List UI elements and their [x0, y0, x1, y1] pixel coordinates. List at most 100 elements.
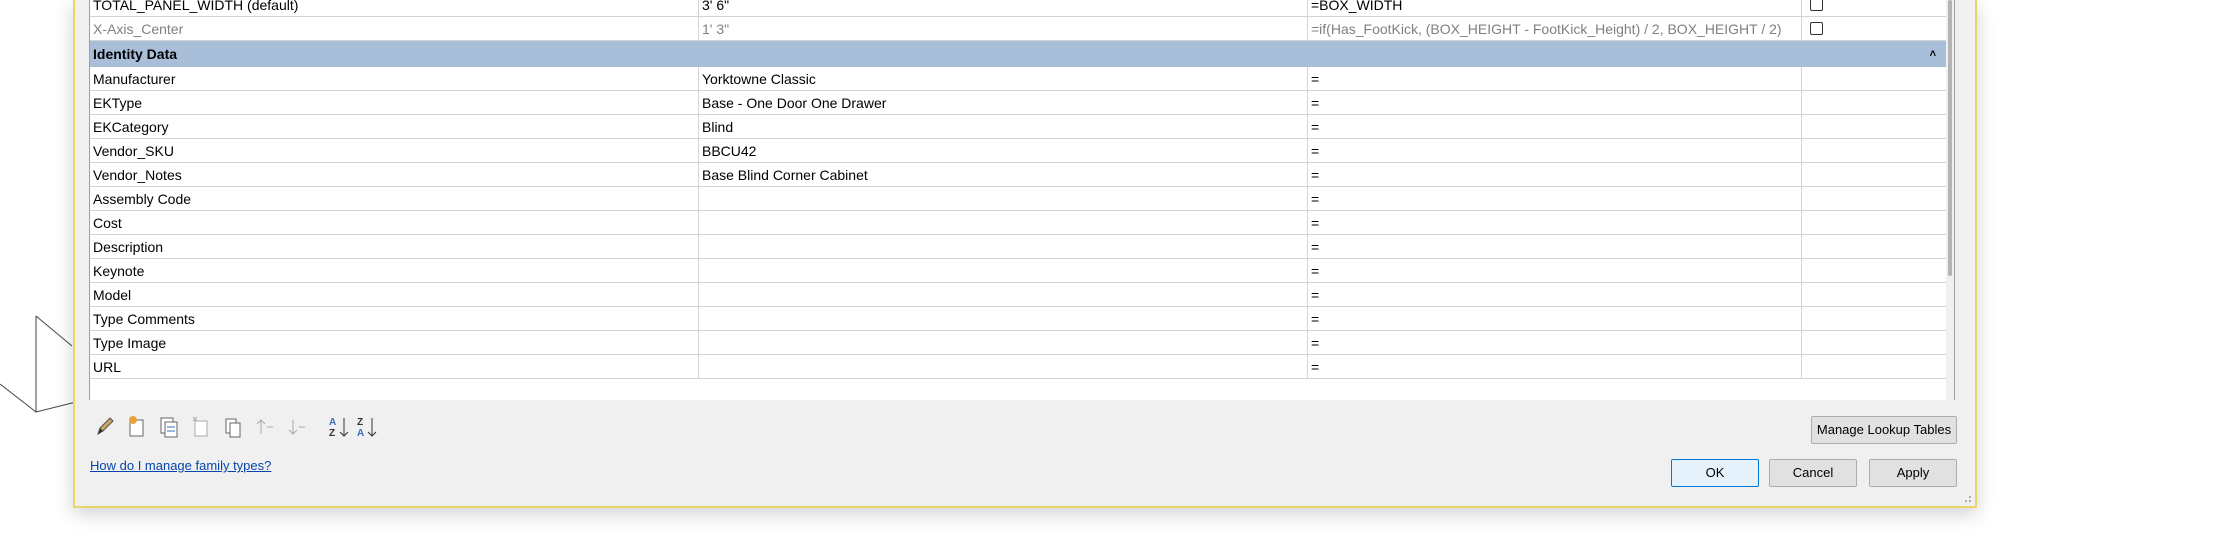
parameter-row[interactable]: Assembly Code = — [90, 187, 1946, 211]
parameter-formula[interactable]: = — [1308, 163, 1802, 187]
reporting-parameter-cell[interactable] — [1802, 331, 1946, 355]
parameter-name: Vendor_SKU — [90, 139, 699, 163]
reporting-parameter-cell[interactable] — [1802, 211, 1946, 235]
reporting-parameter-cell[interactable] — [1802, 91, 1946, 115]
chevrons-up-icon[interactable]: ˄ — [1930, 41, 1936, 67]
parameter-value[interactable]: 1' 3" — [699, 17, 1308, 41]
parameter-name: EKType — [90, 91, 699, 115]
lock-checkbox[interactable] — [1810, 22, 1823, 35]
svg-text:A: A — [357, 428, 364, 439]
parameter-row[interactable]: Description = — [90, 235, 1946, 259]
parameter-name: X-Axis_Center — [90, 17, 699, 41]
scrollbar-thumb[interactable] — [1948, 0, 1952, 276]
sort-descending-icon[interactable]: Z A — [355, 414, 379, 440]
sort-ascending-icon[interactable]: A Z — [327, 414, 351, 440]
reporting-parameter-cell[interactable] — [1802, 259, 1946, 283]
reporting-parameter-cell[interactable] — [1802, 283, 1946, 307]
lock-checkbox[interactable] — [1810, 0, 1823, 11]
parameter-name: Type Comments — [90, 307, 699, 331]
parameter-name: Cost — [90, 211, 699, 235]
parameter-formula[interactable]: =if(Has_FootKick, (BOX_HEIGHT - FootKick… — [1308, 17, 1802, 41]
reporting-parameter-cell[interactable] — [1802, 17, 1946, 41]
parameter-value[interactable] — [699, 235, 1308, 259]
parameter-value[interactable] — [699, 259, 1308, 283]
svg-text:Z: Z — [357, 417, 363, 428]
parameter-name: Manufacturer — [90, 67, 699, 91]
parameter-formula[interactable]: = — [1308, 91, 1802, 115]
new-parameter-icon[interactable] — [125, 414, 149, 440]
parameter-name: Description — [90, 235, 699, 259]
parameter-row[interactable]: Model = — [90, 283, 1946, 307]
parameter-value[interactable]: 3' 6" — [699, 0, 1308, 17]
move-down-icon[interactable] — [285, 414, 309, 440]
parameter-value[interactable] — [699, 307, 1308, 331]
parameter-row[interactable]: Cost = — [90, 211, 1946, 235]
parameter-formula[interactable]: = — [1308, 211, 1802, 235]
family-types-dialog: TOTAL_PANEL_WIDTH (default) 3' 6" =BOX_WID… — [73, 0, 1977, 508]
reporting-parameter-cell[interactable] — [1802, 115, 1946, 139]
group-header-identity-data[interactable]: Identity Data ˄ — [90, 41, 1946, 67]
cancel-button[interactable]: Cancel — [1769, 459, 1857, 487]
resize-grip-icon[interactable] — [1962, 493, 1972, 503]
manage-lookup-tables-button[interactable]: Manage Lookup Tables — [1811, 416, 1957, 444]
parameter-formula[interactable]: = — [1308, 187, 1802, 211]
parameter-value[interactable] — [699, 331, 1308, 355]
parameter-value[interactable]: Base - One Door One Drawer — [699, 91, 1308, 115]
parameter-row[interactable]: Keynote = — [90, 259, 1946, 283]
apply-button[interactable]: Apply — [1869, 459, 1957, 487]
vertical-scrollbar[interactable] — [1946, 0, 1954, 400]
parameter-value[interactable]: Base Blind Corner Cabinet — [699, 163, 1308, 187]
parameter-formula[interactable]: = — [1308, 235, 1802, 259]
parameter-value[interactable]: Blind — [699, 115, 1308, 139]
reporting-parameter-cell[interactable] — [1802, 235, 1946, 259]
parameter-formula[interactable]: = — [1308, 307, 1802, 331]
parameter-formula[interactable]: = — [1308, 67, 1802, 91]
reporting-parameter-cell[interactable] — [1802, 187, 1946, 211]
parameter-row[interactable]: Manufacturer Yorktowne Classic = — [90, 67, 1946, 91]
parameter-row[interactable]: Type Image = — [90, 331, 1946, 355]
reporting-parameter-cell[interactable] — [1802, 139, 1946, 163]
parameter-name: Model — [90, 283, 699, 307]
parameter-row[interactable]: Type Comments = — [90, 307, 1946, 331]
edit-parameter-icon[interactable] — [93, 414, 117, 440]
parameter-value[interactable]: Yorktowne Classic — [699, 67, 1308, 91]
reporting-parameter-cell[interactable] — [1802, 163, 1946, 187]
copy-parameter-icon[interactable] — [157, 414, 181, 440]
parameter-value[interactable] — [699, 283, 1308, 307]
parameter-value[interactable] — [699, 187, 1308, 211]
move-up-icon[interactable] — [253, 414, 277, 440]
parameter-formula[interactable]: = — [1308, 139, 1802, 163]
parameter-formula[interactable]: = — [1308, 283, 1802, 307]
parameter-grid: TOTAL_PANEL_WIDTH (default) 3' 6" =BOX_WID… — [89, 0, 1955, 400]
parameter-formula[interactable]: = — [1308, 331, 1802, 355]
group-title: Identity Data — [93, 46, 178, 62]
parameter-row[interactable]: TOTAL_PANEL_WIDTH (default) 3' 6" =BOX_WID… — [90, 0, 1946, 17]
parameter-row[interactable]: EKCategory Blind = — [90, 115, 1946, 139]
parameter-value[interactable] — [699, 211, 1308, 235]
parameter-row[interactable]: Vendor_Notes Base Blind Corner Cabinet = — [90, 163, 1946, 187]
parameter-formula[interactable]: = — [1308, 355, 1802, 379]
parameter-row[interactable]: URL = — [90, 355, 1946, 379]
reporting-parameter-cell[interactable] — [1802, 67, 1946, 91]
parameter-row[interactable]: Vendor_SKU BBCU42 = — [90, 139, 1946, 163]
parameter-formula[interactable]: = — [1308, 115, 1802, 139]
parameter-formula[interactable]: = — [1308, 259, 1802, 283]
ok-button[interactable]: OK — [1671, 459, 1759, 487]
help-link[interactable]: How do I manage family types? — [90, 458, 271, 473]
parameter-row[interactable]: X-Axis_Center 1' 3" =if(Has_FootKick, (BOX… — [90, 17, 1946, 41]
svg-text:A: A — [329, 417, 336, 428]
shared-parameter-icon[interactable] — [221, 414, 245, 440]
reporting-parameter-cell[interactable] — [1802, 307, 1946, 331]
parameter-formula[interactable]: =BOX_WIDTH — [1308, 0, 1802, 17]
reporting-parameter-cell[interactable] — [1802, 355, 1946, 379]
reporting-parameter-cell[interactable] — [1802, 0, 1946, 17]
parameter-row[interactable]: EKType Base - One Door One Drawer = — [90, 91, 1946, 115]
parameter-name: Assembly Code — [90, 187, 699, 211]
delete-parameter-icon[interactable] — [189, 414, 213, 440]
parameter-name: Keynote — [90, 259, 699, 283]
parameter-value[interactable] — [699, 355, 1308, 379]
parameter-name: Vendor_Notes — [90, 163, 699, 187]
svg-text:Z: Z — [329, 428, 335, 439]
parameter-name: TOTAL_PANEL_WIDTH (default) — [90, 0, 699, 17]
parameter-value[interactable]: BBCU42 — [699, 139, 1308, 163]
